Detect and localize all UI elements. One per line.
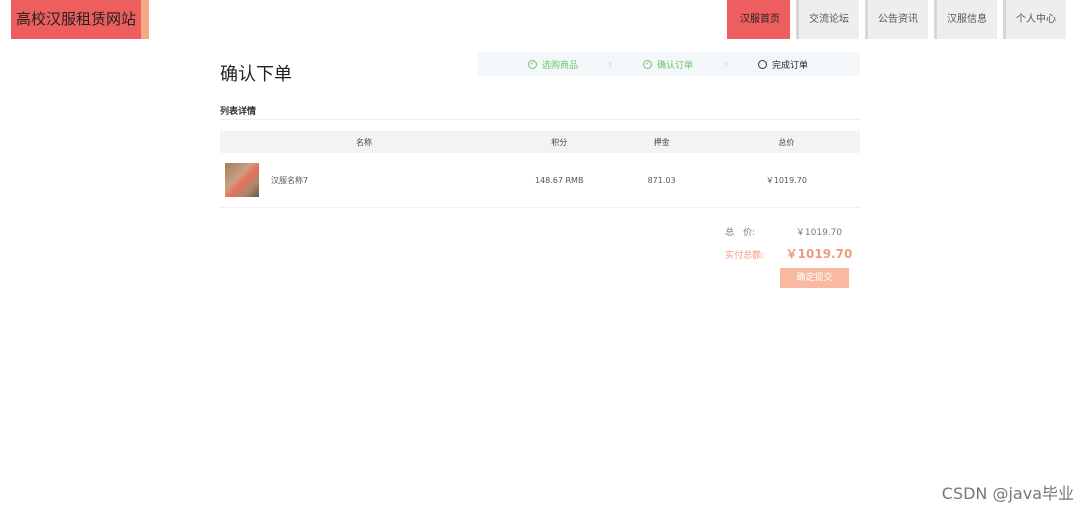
step-confirm-order: ✓ 确认订单: [643, 58, 693, 71]
product-thumbnail[interactable]: [225, 163, 259, 197]
nav-item-news[interactable]: 公告资讯: [865, 0, 928, 39]
order-steps: ✓ 选购商品 › ✓ 确认订单 › 完成订单: [478, 52, 860, 76]
step-select-goods: ✓ 选购商品: [528, 58, 578, 71]
circle-icon: [758, 59, 767, 69]
table-header-row: 名称 积分 押金 总价: [220, 131, 860, 153]
total-value: ￥1019.70: [795, 228, 843, 238]
paid-value: ￥1019.70: [785, 247, 853, 261]
product-name: 汉服名称7: [271, 175, 309, 185]
step-label: 完成订单: [772, 60, 809, 71]
divider: [220, 119, 860, 120]
table-row: 汉服名称7 148.67 RMB 871.03 ￥1019.70: [220, 153, 860, 208]
summary-paid: 实付总额: ￥1019.70: [725, 245, 854, 262]
nav-item-user-center[interactable]: 个人中心: [1003, 0, 1066, 39]
chevron-right-icon: ›: [724, 57, 729, 71]
total-label: 总 价:: [725, 228, 756, 238]
section-title: 列表详情: [220, 107, 257, 117]
column-header-deposit: 押金: [610, 131, 713, 153]
top-nav: 汉服首页 交流论坛 公告资讯 汉服信息 个人中心: [721, 0, 1066, 39]
nav-item-forum[interactable]: 交流论坛: [796, 0, 859, 39]
paid-label: 实付总额:: [725, 251, 765, 261]
column-header-total: 总价: [712, 131, 860, 153]
watermark: CSDN @java毕业: [941, 484, 1074, 503]
step-label: 确认订单: [657, 60, 694, 71]
submit-button[interactable]: 确定提交: [780, 268, 849, 288]
cell-total: ￥1019.70: [712, 153, 860, 208]
chevron-right-icon: ›: [608, 57, 613, 71]
order-table: 名称 积分 押金 总价 汉服名称7 148.67 RMB 871.03 ￥101…: [220, 131, 860, 208]
site-logo[interactable]: 高校汉服租赁网站: [11, 0, 149, 39]
check-icon: ✓: [643, 59, 652, 69]
check-icon: ✓: [528, 59, 537, 69]
nav-item-hanfu-info[interactable]: 汉服信息: [934, 0, 997, 39]
column-header-name: 名称: [220, 131, 508, 153]
column-header-points: 积分: [508, 131, 611, 153]
cell-product: 汉服名称7: [220, 153, 508, 208]
step-complete-order: 完成订单: [758, 58, 808, 71]
page-title: 确认下单: [220, 64, 292, 85]
nav-item-home[interactable]: 汉服首页: [727, 0, 790, 39]
summary-total: 总 价: ￥1019.70: [725, 225, 854, 238]
cell-deposit: 871.03: [610, 153, 713, 208]
cell-points: 148.67 RMB: [508, 153, 611, 208]
step-label: 选购商品: [542, 60, 579, 71]
